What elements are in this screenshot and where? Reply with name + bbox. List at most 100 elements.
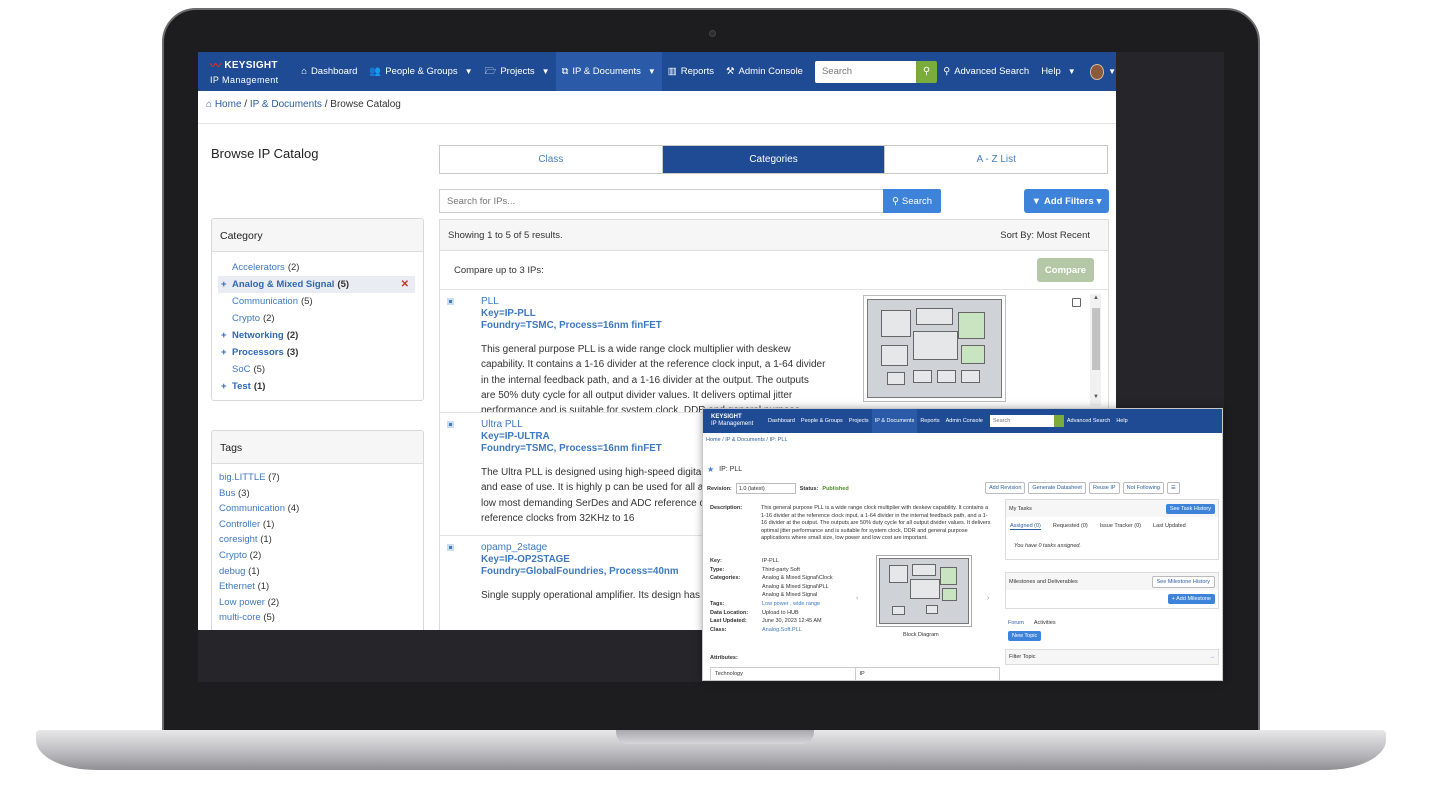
detail-nav-dashboard[interactable]: Dashboard (765, 409, 798, 433)
field-value[interactable]: Low power , wide range (762, 601, 820, 610)
detail-search-input[interactable]: Search (989, 415, 1054, 427)
nav-reports[interactable]: ▥ Reports (662, 52, 720, 91)
generate-datasheet-button[interactable]: Generate Datasheet (1028, 482, 1086, 494)
remove-filter-icon[interactable]: ✕ (401, 279, 409, 290)
tag-item[interactable]: Controller (1) (219, 519, 423, 535)
tag-item[interactable]: Bus (3) (219, 488, 423, 504)
category-item[interactable]: Crypto (2) (212, 310, 423, 327)
advanced-search-link[interactable]: ⚲ Advanced Search (937, 52, 1035, 91)
prev-arrow-icon[interactable]: ‹ (856, 595, 858, 602)
expand-plus-icon[interactable]: + (221, 347, 227, 358)
nav-projects[interactable]: 🗁 Projects ▼ (479, 52, 556, 91)
star-icon[interactable]: ★ (707, 465, 714, 474)
new-topic-button[interactable]: New Topic (1008, 631, 1042, 641)
ip-name-link[interactable]: PLL (481, 296, 826, 308)
user-avatar[interactable] (1089, 63, 1105, 80)
ip-block-diagram-thumbnail[interactable] (863, 295, 1006, 402)
breadcrumb-ip-documents[interactable]: IP & Documents (250, 99, 322, 110)
breadcrumb-home[interactable]: ⌂ Home (206, 99, 242, 110)
revision-select[interactable]: 1.0 (latest) (735, 483, 796, 494)
detail-help[interactable]: Help (1113, 409, 1130, 433)
tab-class[interactable]: Class (440, 146, 662, 173)
task-history-button[interactable]: See Task History (1165, 503, 1215, 514)
detail-breadcrumb[interactable]: Home / IP & Documents / IP: PLL (706, 437, 788, 443)
detail-nav-admin-console[interactable]: Admin Console (943, 409, 986, 433)
compare-checkbox[interactable] (1072, 298, 1081, 307)
help-menu[interactable]: Help ▼ (1035, 52, 1081, 91)
ip-search-button[interactable]: ⚲ Search (883, 189, 941, 213)
category-count: (5) (337, 279, 350, 290)
nav-ip-documents[interactable]: ⧉ IP & Documents ▼ (555, 52, 662, 91)
tag-item[interactable]: Communication (4) (219, 503, 423, 519)
field-value: Analog & Mixed Signal (762, 592, 818, 599)
category-item[interactable]: SoC (5) (212, 361, 423, 378)
sort-selector[interactable]: Sort By: Most Recent (1000, 230, 1090, 241)
expand-plus-icon[interactable]: + (221, 279, 227, 290)
filter-topic-row[interactable]: Filter Topic → (1005, 649, 1219, 665)
add-filters-button[interactable]: ▼ Add Filters ▾ (1024, 189, 1109, 213)
category-item[interactable]: + Networking (2) (212, 327, 423, 344)
tab-requested[interactable]: Requested (0) (1053, 523, 1088, 530)
tag-item[interactable]: debug (1) (219, 566, 423, 582)
field-key: Last Updated: (710, 618, 747, 625)
detail-nav-reports[interactable]: Reports (917, 409, 942, 433)
scroll-up-icon[interactable]: ▲ (1093, 295, 1099, 301)
category-item[interactable]: + Analog & Mixed Signal (5) ✕ (218, 276, 415, 293)
block-diagram-image[interactable] (876, 555, 972, 627)
detail-advanced-search[interactable]: Advanced Search (1064, 409, 1113, 433)
detail-nav-people-groups[interactable]: People & Groups (798, 409, 846, 433)
category-item[interactable]: + Processors (3) (212, 344, 423, 361)
detail-nav-projects[interactable]: Projects (846, 409, 872, 433)
tab-forum[interactable]: Forum (1008, 620, 1024, 626)
tab-categories[interactable]: Categories (661, 146, 885, 173)
reuse-ip-button[interactable]: Reuse IP (1088, 482, 1120, 494)
ip-detail-window: KEYSIGHT IP Management Dashboard People &… (702, 408, 1223, 681)
expand-plus-icon[interactable]: + (221, 381, 227, 392)
compare-button[interactable]: Compare (1037, 258, 1094, 282)
nav-dashboard[interactable]: ⌂ Dashboard (295, 52, 363, 91)
detail-brand[interactable]: KEYSIGHT IP Management (703, 414, 765, 428)
tag-item[interactable]: multi-core (5) (219, 612, 423, 628)
tab-activities[interactable]: Activities (1034, 620, 1056, 626)
category-count: (2) (287, 262, 300, 273)
category-count: (2) (262, 313, 275, 324)
detail-nav-ip-documents[interactable]: IP & Documents (871, 409, 918, 433)
brand-logo[interactable]: 〰 KEYSIGHT IP Management (198, 52, 295, 91)
milestone-history-button[interactable]: See Milestone History (1151, 575, 1215, 588)
tag-item[interactable]: big.LITTLE (7) (219, 472, 423, 488)
next-arrow-icon[interactable]: › (987, 595, 989, 602)
ip-result-item[interactable]: PLL Key=IP-PLL Foundry=TSMC, Process=16n… (440, 290, 1108, 413)
status-label: Status: (799, 485, 819, 492)
add-milestone-button[interactable]: + Add Milestone (1167, 594, 1215, 604)
caret-down-icon[interactable]: ▼ (1108, 67, 1116, 76)
scroll-down-icon[interactable]: ▼ (1093, 394, 1099, 400)
detail-search-button[interactable] (1053, 415, 1064, 427)
category-item[interactable]: Communication (5) (212, 293, 423, 310)
scrollbar-thumb[interactable] (1092, 308, 1100, 370)
global-search-input[interactable]: Search (814, 60, 916, 83)
tag-item[interactable]: Ethernet (1) (219, 581, 423, 597)
detail-description: This general purpose PLL is a wide range… (761, 505, 991, 541)
nav-people-groups[interactable]: 👥 People & Groups ▼ (363, 52, 478, 91)
documents-icon: ⧉ (561, 66, 569, 77)
tab-assigned[interactable]: Assigned (0) (1010, 523, 1041, 530)
tab-issue-tracker[interactable]: Issue Tracker (0) (1100, 523, 1141, 530)
expand-plus-icon[interactable]: + (221, 330, 227, 341)
attributes-label: Attributes: (710, 655, 738, 661)
arrow-right-icon[interactable]: → (1210, 654, 1216, 660)
ip-search-input[interactable]: Search for IPs... (439, 189, 884, 213)
category-item[interactable]: + Test (1) (212, 378, 423, 395)
field-key: Key: (710, 558, 722, 564)
category-item[interactable]: Accelerators (2) (212, 259, 423, 276)
add-revision-button[interactable]: Add Revision (985, 482, 1026, 494)
field-value[interactable]: Analog.Soft.PLL (762, 627, 802, 636)
tag-item[interactable]: Crypto (2) (219, 550, 423, 566)
tag-item[interactable]: coresight (1) (219, 534, 423, 550)
sort-last-updated[interactable]: Last Updated (1153, 523, 1186, 530)
global-search-button[interactable]: ⚲ (915, 60, 938, 83)
menu-icon[interactable]: ☰ (1166, 482, 1180, 494)
following-button[interactable]: Not Following (1122, 482, 1164, 494)
nav-admin-console[interactable]: ⚒ Admin Console (720, 52, 809, 91)
tag-item[interactable]: Low power (2) (219, 597, 423, 613)
tab-a-z-list[interactable]: A - Z List (884, 146, 1107, 173)
